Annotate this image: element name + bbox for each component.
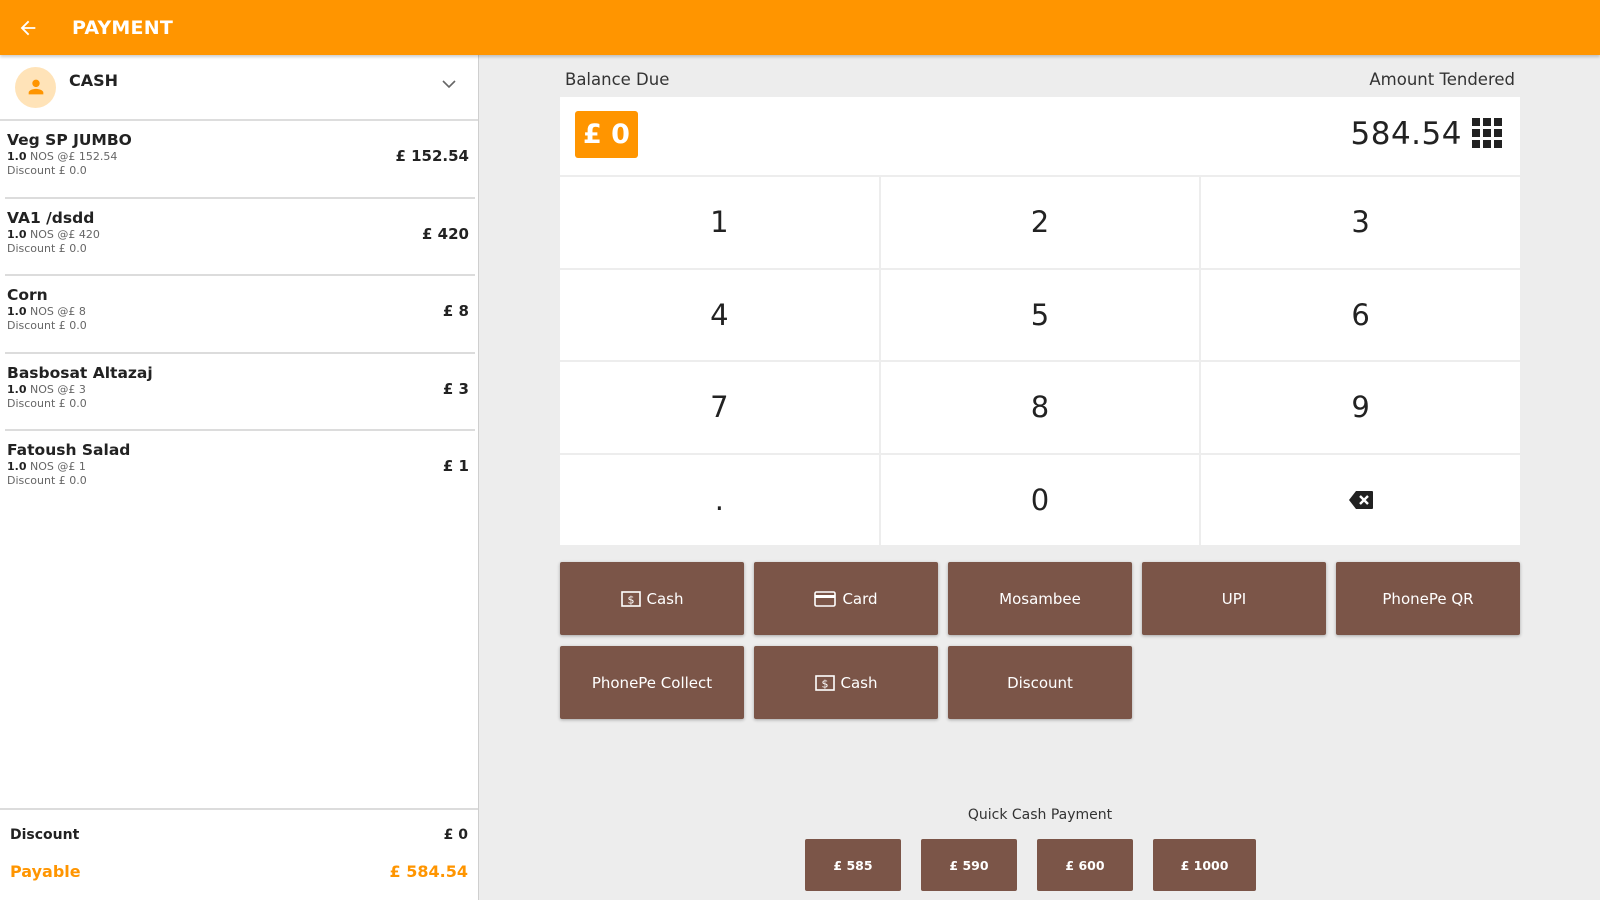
balance-due-label: Balance Due bbox=[565, 70, 670, 89]
amount-display: £ 0 584.54 bbox=[560, 97, 1520, 175]
item-discount: Discount £ 0.0 bbox=[7, 396, 87, 410]
discount-total-row: Discount £ 0 bbox=[10, 827, 468, 843]
grid-icon[interactable] bbox=[1472, 118, 1502, 148]
item-qty: 1.0 bbox=[7, 460, 27, 473]
order-items: Veg SP JUMBO 1.0 NOS @£ 152.54 Discount … bbox=[0, 121, 478, 509]
quick-cash-1000[interactable]: £ 1000 bbox=[1153, 839, 1256, 891]
item-detail: NOS @£ 420 bbox=[30, 227, 100, 241]
item-price: £ 3 bbox=[442, 379, 469, 398]
cash-button-label: Cash bbox=[840, 673, 878, 692]
list-item[interactable]: Fatoush Salad 1.0 NOS @£ 1 Discount £ 0.… bbox=[5, 431, 475, 509]
key-8[interactable]: 8 bbox=[880, 362, 1200, 453]
item-name: VA1 /dsdd bbox=[7, 208, 95, 227]
item-qty: 1.0 bbox=[7, 305, 27, 318]
backspace-icon bbox=[1348, 490, 1373, 509]
key-5[interactable]: 5 bbox=[880, 269, 1200, 360]
payable-value: £ 584.54 bbox=[389, 862, 468, 881]
payable-label: Payable bbox=[10, 862, 81, 881]
item-name: Corn bbox=[7, 286, 48, 304]
item-discount: Discount £ 0.0 bbox=[7, 319, 87, 332]
app-header: PAYMENT bbox=[0, 0, 1600, 55]
key-9[interactable]: 9 bbox=[1201, 362, 1520, 453]
amount-tendered-label: Amount Tendered bbox=[1369, 70, 1515, 89]
order-panel: CASH Veg SP JUMBO 1.0 NOS @£ 152.54 Disc… bbox=[0, 55, 479, 900]
key-1[interactable]: 1 bbox=[560, 177, 879, 268]
list-item[interactable]: Basbosat Altazaj 1.0 NOS @£ 3 Discount £… bbox=[5, 354, 475, 431]
key-0[interactable]: 0 bbox=[880, 454, 1200, 545]
item-qty: 1.0 bbox=[7, 382, 27, 396]
card-button[interactable]: Card bbox=[754, 562, 938, 635]
cash-button-secondary[interactable]: $ Cash bbox=[754, 646, 938, 719]
item-qty: 1.0 bbox=[7, 227, 27, 241]
quick-cash-590[interactable]: £ 590 bbox=[921, 839, 1017, 891]
item-detail: NOS @£ 1 bbox=[30, 460, 86, 473]
cash-button-label: Cash bbox=[646, 589, 684, 608]
upi-button[interactable]: UPI bbox=[1142, 562, 1326, 635]
item-discount: Discount £ 0.0 bbox=[7, 164, 87, 177]
list-item[interactable]: Veg SP JUMBO 1.0 NOS @£ 152.54 Discount … bbox=[5, 121, 475, 199]
customer-selector[interactable]: CASH bbox=[0, 55, 478, 121]
discount-button[interactable]: Discount bbox=[948, 646, 1132, 719]
item-price: £ 8 bbox=[442, 302, 469, 320]
item-price: £ 1 bbox=[442, 457, 469, 475]
phonepe-qr-button[interactable]: PhonePe QR bbox=[1336, 562, 1520, 635]
balance-due-badge: £ 0 bbox=[575, 111, 638, 158]
person-icon bbox=[28, 79, 43, 95]
chevron-down-icon[interactable] bbox=[442, 79, 456, 89]
item-name: Fatoush Salad bbox=[7, 441, 131, 459]
avatar bbox=[15, 66, 56, 108]
cash-icon: $ bbox=[620, 590, 641, 607]
svg-text:$: $ bbox=[627, 593, 634, 606]
discount-value: £ 0 bbox=[443, 827, 468, 843]
key-decimal[interactable]: . bbox=[560, 454, 879, 545]
item-detail: NOS @£ 3 bbox=[30, 382, 86, 396]
list-item[interactable]: Corn 1.0 NOS @£ 8 Discount £ 0.0 £ 8 bbox=[5, 276, 475, 354]
item-detail: NOS @£ 8 bbox=[30, 305, 86, 318]
list-item[interactable]: VA1 /dsdd 1.0 NOS @£ 420 Discount £ 0.0 … bbox=[5, 199, 475, 276]
key-6[interactable]: 6 bbox=[1201, 269, 1520, 360]
mosambee-button[interactable]: Mosambee bbox=[948, 562, 1132, 635]
phonepe-collect-button[interactable]: PhonePe Collect bbox=[560, 646, 744, 719]
item-qty: 1.0 bbox=[7, 150, 27, 163]
cash-button[interactable]: $ Cash bbox=[560, 562, 744, 635]
customer-name: CASH bbox=[69, 70, 119, 90]
numeric-keypad: 1 2 3 4 5 6 7 8 9 . 0 bbox=[560, 177, 1520, 545]
key-7[interactable]: 7 bbox=[560, 362, 879, 453]
back-arrow-icon bbox=[20, 20, 36, 35]
item-price: £ 152.54 bbox=[395, 147, 469, 165]
payable-row: Payable £ 584.54 bbox=[10, 862, 468, 881]
key-4[interactable]: 4 bbox=[560, 269, 879, 360]
discount-label: Discount bbox=[10, 827, 80, 843]
svg-text:$: $ bbox=[821, 677, 828, 690]
backspace-button[interactable] bbox=[1201, 454, 1520, 545]
quick-cash-600[interactable]: £ 600 bbox=[1037, 839, 1133, 891]
card-icon bbox=[814, 590, 837, 607]
page-title: PAYMENT bbox=[72, 16, 173, 39]
cash-icon: $ bbox=[814, 674, 835, 691]
item-discount: Discount £ 0.0 bbox=[7, 241, 87, 255]
item-detail: NOS @£ 152.54 bbox=[30, 150, 118, 163]
card-button-label: Card bbox=[842, 589, 878, 608]
back-button[interactable] bbox=[0, 0, 56, 55]
item-name: Basbosat Altazaj bbox=[7, 363, 153, 382]
item-discount: Discount £ 0.0 bbox=[7, 474, 87, 487]
quick-cash-585[interactable]: £ 585 bbox=[805, 839, 901, 891]
key-2[interactable]: 2 bbox=[880, 177, 1200, 268]
item-price: £ 420 bbox=[422, 224, 469, 243]
key-3[interactable]: 3 bbox=[1201, 177, 1520, 268]
quick-cash-label: Quick Cash Payment bbox=[967, 807, 1113, 823]
amount-tendered-value[interactable]: 584.54 bbox=[1351, 116, 1462, 152]
